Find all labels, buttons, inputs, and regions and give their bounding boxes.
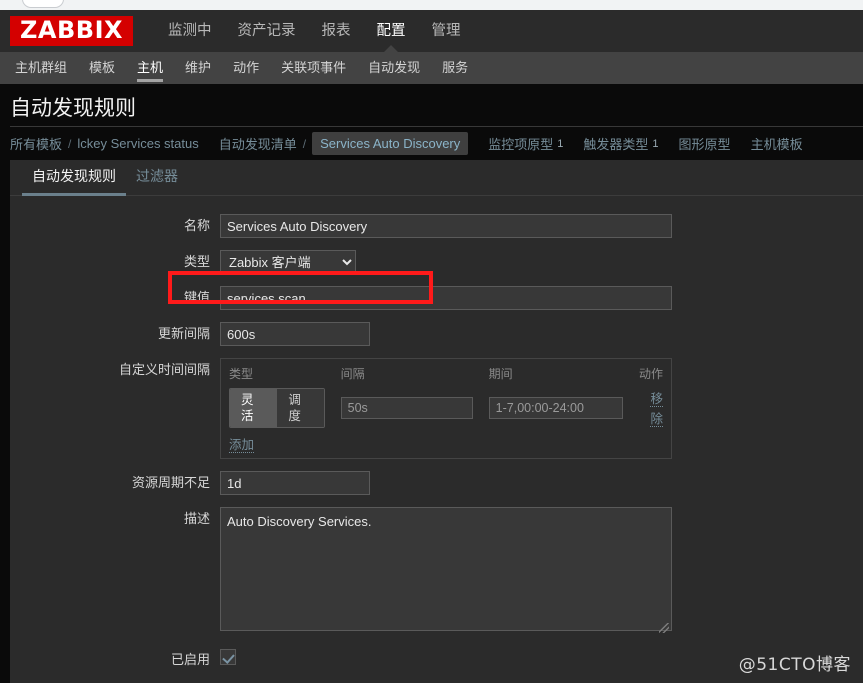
breadcrumb-group-discovery: 自动发现清单 / Services Auto Discovery (219, 132, 469, 155)
subnav-item-services[interactable]: 服务 (431, 52, 479, 84)
form-row-name: 名称 (10, 214, 863, 238)
cell-add: 添加 (221, 432, 671, 458)
breadcrumb-group-template: 所有模板 / lckey Services status (10, 134, 199, 153)
header-period: 期间 (488, 367, 513, 381)
field-update-interval (220, 322, 863, 346)
field-description: Auto Discovery Services. (220, 507, 863, 636)
breadcrumb-current-rule[interactable]: Services Auto Discovery (312, 132, 469, 155)
custom-intervals-box: 类型 间隔 期间 动作 灵活 调度 50s 1-7,00:00-24:00 移除… (220, 358, 672, 459)
cell-action: 移除 (631, 386, 671, 432)
custom-intervals-add-row: 添加 (221, 432, 671, 458)
subnav-item-maintenance[interactable]: 维护 (174, 52, 222, 84)
tab-filters[interactable]: 过滤器 (126, 166, 188, 195)
topnav-item-monitoring[interactable]: 监测中 (155, 10, 225, 52)
topnav-item-configuration[interactable]: 配置 (364, 10, 419, 52)
sub-navigation-bar: 主机群组 模板 主机 维护 动作 关联项事件 自动发现 服务 (0, 52, 863, 84)
custom-intervals-body: 灵活 调度 50s 1-7,00:00-24:00 移除 添加 (221, 386, 671, 458)
field-key (220, 286, 863, 310)
form-row-custom-intervals: 自定义时间间隔 类型 间隔 期间 动作 灵活 调度 50s 1-7,00:00-… (10, 358, 863, 459)
period-input[interactable] (488, 397, 623, 419)
browser-chrome-strip (0, 0, 863, 10)
breadcrumb-all-templates[interactable]: 所有模板 (10, 134, 62, 153)
breadcrumb-separator-2: / (302, 136, 307, 151)
interval-type-scheduling[interactable]: 调度 (276, 389, 324, 427)
form-row-key: 键值 (10, 286, 863, 310)
breadcrumb: 所有模板 / lckey Services status 自动发现清单 / Se… (10, 126, 863, 160)
subnav-item-event-correlation[interactable]: 关联项事件 (270, 52, 357, 84)
content-panel: 自动发现规则 过滤器 名称 类型 Zabbix 客户端 (10, 160, 863, 683)
subnav-item-host-groups[interactable]: 主机群组 (4, 52, 78, 84)
label-type: 类型 (183, 254, 210, 269)
field-type: Zabbix 客户端 (220, 250, 863, 274)
label-description: 描述 (183, 511, 210, 526)
label-name: 名称 (183, 218, 210, 233)
keep-lost-resources-input[interactable] (220, 471, 370, 495)
label-custom-intervals: 自定义时间间隔 (118, 362, 210, 377)
label-key: 键值 (183, 290, 210, 305)
form-tabs: 自动发现规则 过滤器 (10, 160, 863, 196)
type-select[interactable]: Zabbix 客户端 (220, 250, 356, 274)
page-header: 自动发现规则 (0, 84, 863, 126)
subnav-item-hosts[interactable]: 主机 (126, 52, 174, 84)
interval-type-flexible[interactable]: 灵活 (230, 389, 277, 427)
key-input[interactable] (220, 286, 672, 310)
watermark: @51CTO博客 (738, 655, 851, 675)
breadcrumb-host-prototypes[interactable]: 主机模板 (751, 134, 803, 153)
custom-intervals-table: 类型 间隔 期间 动作 灵活 调度 50s 1-7,00:00-24:00 移除… (221, 359, 671, 458)
subnav-item-actions[interactable]: 动作 (222, 52, 270, 84)
enabled-checkbox[interactable] (220, 648, 236, 665)
add-interval-link[interactable]: 添加 (229, 438, 255, 453)
remove-interval-link[interactable]: 移除 (650, 392, 663, 427)
subnav-item-discovery[interactable]: 自动发现 (357, 52, 431, 84)
update-interval-input[interactable] (220, 322, 370, 346)
interval-input[interactable] (340, 397, 473, 419)
browser-tab[interactable] (22, 0, 64, 8)
topnav-item-administration[interactable]: 管理 (419, 10, 474, 52)
form-row-description: 描述 Auto Discovery Services. (10, 507, 863, 636)
field-name (220, 214, 863, 238)
tab-discovery-rule[interactable]: 自动发现规则 (22, 166, 126, 196)
form-row-keep-lost-resources: 资源周期不足 (10, 471, 863, 495)
header-interval: 间隔 (340, 367, 365, 381)
form-row-type: 类型 Zabbix 客户端 (10, 250, 863, 274)
cell-interval (333, 386, 481, 432)
cell-period (481, 386, 631, 432)
field-custom-intervals: 类型 间隔 期间 动作 灵活 调度 50s 1-7,00:00-24:00 移除… (220, 358, 863, 459)
table-row: 灵活 调度 50s 1-7,00:00-24:00 移除 (221, 386, 671, 432)
top-navigation-items: 监测中 资产记录 报表 配置 管理 (155, 10, 474, 52)
page-title: 自动发现规则 (10, 97, 136, 120)
breadcrumb-item-prototypes[interactable]: 监控项原型 (488, 134, 553, 153)
top-navigation-bar: ZABBIX 监测中 资产记录 报表 配置 管理 (0, 10, 863, 52)
custom-intervals-header-row: 类型 间隔 期间 动作 (221, 359, 671, 386)
zabbix-app-window: ZABBIX 监测中 资产记录 报表 配置 管理 主机群组 模板 主机 维护 动… (0, 0, 863, 683)
subnav-item-templates[interactable]: 模板 (78, 52, 126, 84)
breadcrumb-graph-prototypes[interactable]: 图形原型 (679, 134, 731, 153)
label-update-interval: 更新间隔 (157, 326, 210, 341)
label-keep-lost-resources: 资源周期不足 (131, 475, 210, 490)
discovery-rule-form: 名称 类型 Zabbix 客户端 键值 (10, 196, 863, 683)
cell-interval-type: 灵活 调度 (221, 386, 333, 432)
header-action: 动作 (638, 367, 663, 381)
label-enabled: 已启用 (170, 652, 210, 667)
breadcrumb-separator-1: / (68, 136, 72, 151)
zabbix-logo[interactable]: ZABBIX (10, 15, 133, 47)
name-input[interactable] (220, 214, 672, 238)
interval-type-toggle[interactable]: 灵活 调度 (229, 388, 325, 428)
header-interval-type: 类型 (229, 367, 254, 381)
description-textarea[interactable]: Auto Discovery Services. (220, 507, 672, 631)
form-row-enabled: 已启用 (10, 648, 863, 672)
breadcrumb-template-name[interactable]: lckey Services status (77, 136, 198, 151)
form-row-update-interval: 更新间隔 (10, 322, 863, 346)
topnav-item-inventory[interactable]: 资产记录 (225, 10, 309, 52)
breadcrumb-trigger-prototypes-count: 1 (652, 137, 659, 150)
breadcrumb-item-prototypes-count: 1 (557, 137, 564, 150)
description-wrapper: Auto Discovery Services. (220, 507, 672, 636)
custom-intervals-head: 类型 间隔 期间 动作 (221, 359, 671, 386)
topnav-item-reports[interactable]: 报表 (309, 10, 364, 52)
breadcrumb-discovery-list[interactable]: 自动发现清单 (219, 134, 297, 153)
breadcrumb-trigger-prototypes[interactable]: 触发器类型 (583, 134, 648, 153)
field-keep-lost-resources (220, 471, 863, 495)
